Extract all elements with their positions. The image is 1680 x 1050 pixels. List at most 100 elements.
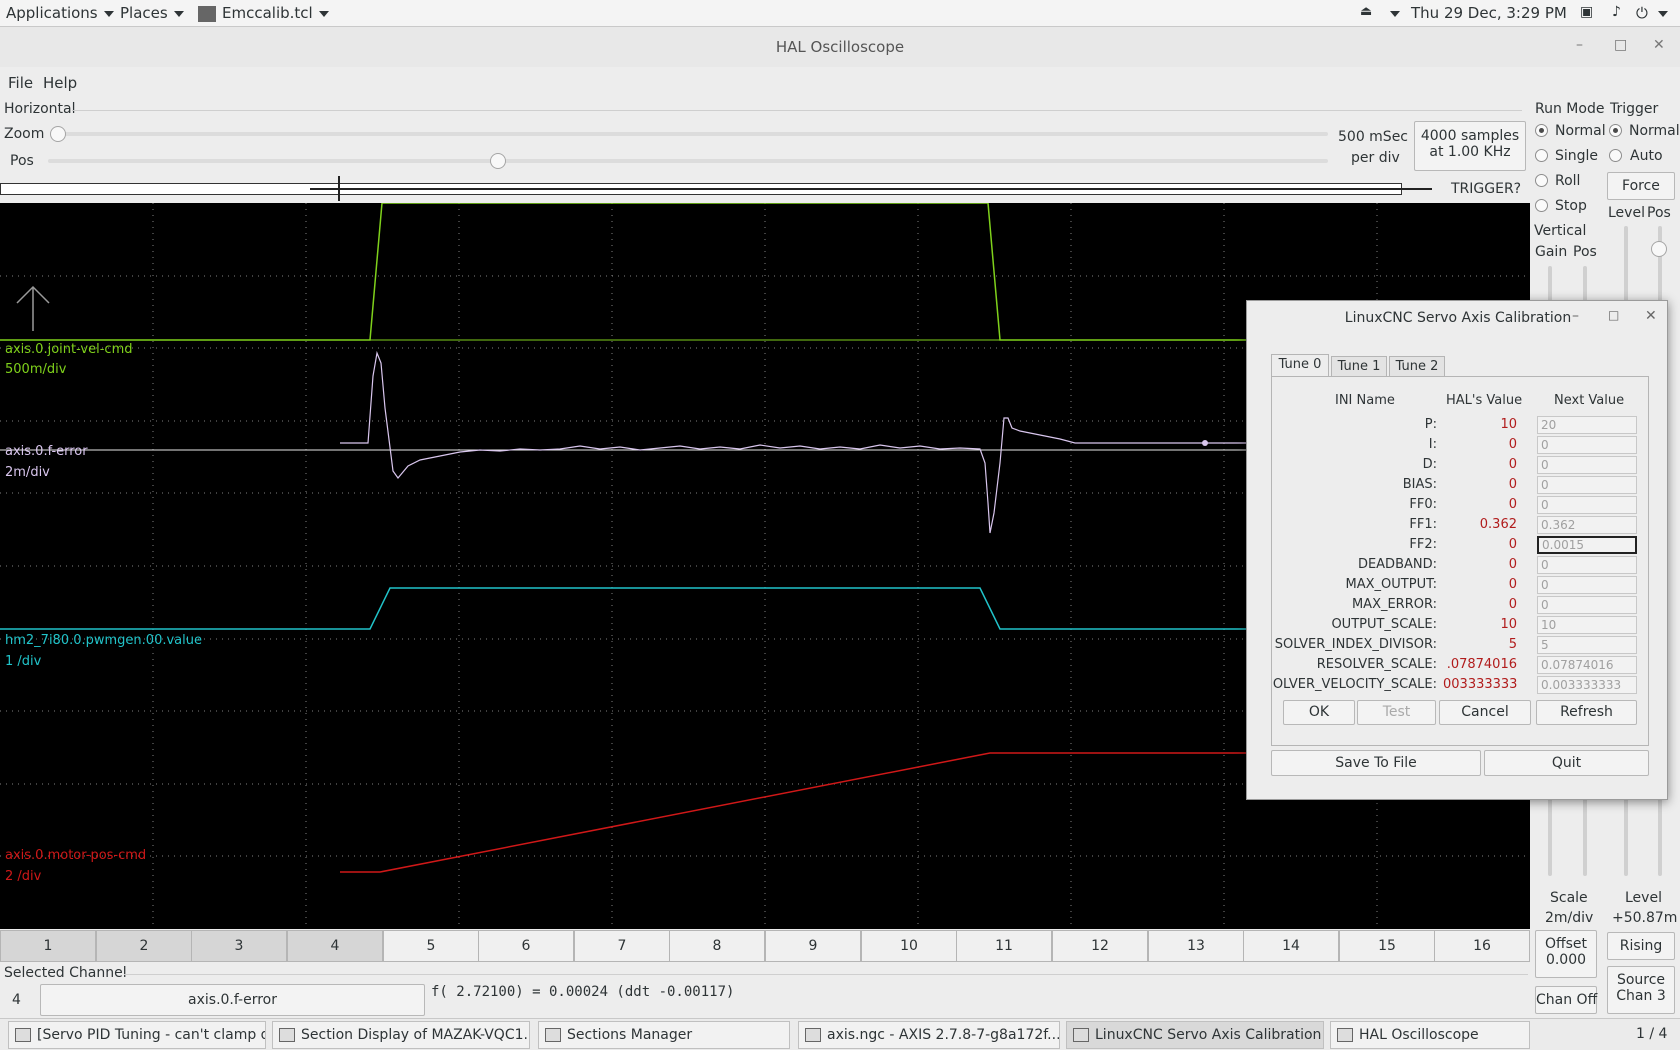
taskbar-window-button[interactable]: Sections Manager xyxy=(538,1021,790,1049)
maximize-icon[interactable]: □ xyxy=(1614,37,1627,53)
channel-button-5[interactable]: 5 xyxy=(383,930,479,962)
parameter-row: FF0: 0 0 xyxy=(1247,496,1669,515)
chan-off-button[interactable]: Chan Off xyxy=(1535,986,1597,1014)
power-icon[interactable]: ⏻ xyxy=(1636,4,1648,22)
taskbar-window-button[interactable]: [Servo PID Tuning - can't clamp d... xyxy=(8,1021,266,1049)
app-menu[interactable]: Emccalib.tcl xyxy=(198,4,329,22)
places-menu[interactable]: Places xyxy=(120,4,184,22)
channel-button-9[interactable]: 9 xyxy=(765,930,861,962)
run-mode-title: Run Mode xyxy=(1535,101,1605,117)
parameter-hal-value: 0 xyxy=(1508,557,1517,572)
taskbar-window-button[interactable]: HAL Oscilloscope xyxy=(1330,1021,1530,1049)
run-single-radio[interactable] xyxy=(1535,149,1548,162)
dialog-minimize-icon[interactable]: – xyxy=(1572,308,1579,324)
run-roll-radio[interactable] xyxy=(1535,174,1548,187)
parameter-name: I: xyxy=(1428,437,1437,452)
run-stop-radio[interactable] xyxy=(1535,199,1548,212)
trigger-pos-label: Pos xyxy=(1647,205,1671,221)
close-icon[interactable]: ✕ xyxy=(1653,37,1665,53)
parameter-next-input[interactable]: 0 xyxy=(1537,556,1637,574)
menu-help[interactable]: Help xyxy=(43,74,77,92)
parameter-next-input[interactable]: 20 xyxy=(1537,416,1637,434)
trigger-auto-radio[interactable] xyxy=(1609,149,1622,162)
quit-button[interactable]: Quit xyxy=(1484,750,1649,776)
parameter-next-input[interactable]: 0.07874016 xyxy=(1537,656,1637,674)
channel-button-4[interactable]: 4 xyxy=(287,930,383,962)
offset-button[interactable]: Offset 0.000 xyxy=(1535,930,1597,978)
channel-button-11[interactable]: 11 xyxy=(956,930,1052,962)
run-normal-radio[interactable] xyxy=(1535,124,1548,137)
tab-tune-0[interactable]: Tune 0 xyxy=(1271,354,1329,376)
eject-icon[interactable]: ⏏ xyxy=(1360,4,1372,19)
zoom-slider-handle[interactable] xyxy=(50,126,66,142)
ch1-name: axis.0.joint-vel-cmd xyxy=(5,342,133,357)
force-button[interactable]: Force xyxy=(1607,172,1675,200)
parameter-name: MAX_ERROR: xyxy=(1351,597,1437,612)
channel-button-10[interactable]: 10 xyxy=(861,930,957,962)
channel-button-8[interactable]: 8 xyxy=(669,930,765,962)
parameter-next-input[interactable]: 0 xyxy=(1537,576,1637,594)
window-icon[interactable]: ▣ xyxy=(1580,4,1593,20)
parameter-next-input[interactable]: 0.0015 xyxy=(1537,536,1637,554)
parameter-next-input[interactable]: 5 xyxy=(1537,636,1637,654)
trigger-pos-handle[interactable] xyxy=(1651,241,1667,257)
selected-channel-button[interactable]: axis.0.f-error xyxy=(40,984,425,1016)
parameter-name: FF2: xyxy=(1409,537,1437,552)
parameter-next-input[interactable]: 0 xyxy=(1537,436,1637,454)
samples-line2: at 1.00 KHz xyxy=(1429,144,1511,160)
parameter-next-input[interactable]: 0 xyxy=(1537,456,1637,474)
workspace-indicator[interactable]: 1 / 4 xyxy=(1636,1026,1667,1042)
channel-button-14[interactable]: 14 xyxy=(1243,930,1339,962)
ok-button[interactable]: OK xyxy=(1283,700,1355,725)
source-button[interactable]: Source Chan 3 xyxy=(1607,966,1675,1014)
channel-button-13[interactable]: 13 xyxy=(1148,930,1244,962)
record-extent-line xyxy=(310,188,1432,190)
tab-tune-2[interactable]: Tune 2 xyxy=(1389,356,1445,376)
parameter-next-input[interactable]: 10 xyxy=(1537,616,1637,634)
menu-file[interactable]: File xyxy=(8,74,33,92)
channel-button-7[interactable]: 7 xyxy=(574,930,670,962)
channel-button-15[interactable]: 15 xyxy=(1339,930,1435,962)
cancel-button[interactable]: Cancel xyxy=(1439,700,1531,725)
parameter-hal-value: 0 xyxy=(1508,577,1517,592)
parameter-hal-value: 0 xyxy=(1508,597,1517,612)
minimize-icon[interactable]: – xyxy=(1576,37,1583,53)
level-value: +50.87m xyxy=(1612,910,1678,926)
refresh-button[interactable]: Refresh xyxy=(1536,700,1637,725)
parameter-next-input[interactable]: 0 xyxy=(1537,596,1637,614)
samples-button[interactable]: 4000 samples at 1.00 KHz xyxy=(1414,121,1526,171)
test-button[interactable]: Test xyxy=(1357,700,1436,725)
trigger-normal-radio[interactable] xyxy=(1609,124,1622,137)
applications-menu[interactable]: Applications xyxy=(6,4,114,22)
parameter-next-input[interactable]: 0.003333333 xyxy=(1537,676,1637,694)
network-menu[interactable] xyxy=(1384,4,1400,22)
pos-slider-track[interactable] xyxy=(48,159,1328,163)
channel-button-6[interactable]: 6 xyxy=(478,930,574,962)
clock[interactable]: Thu 29 Dec, 3:29 PM xyxy=(1411,4,1567,22)
calibration-dialog: LinuxCNC Servo Axis Calibration – □ ✕ Tu… xyxy=(1246,300,1668,800)
zoom-slider-track[interactable] xyxy=(50,132,1328,136)
trigger-level-label: Level xyxy=(1608,205,1645,221)
pos-slider-handle[interactable] xyxy=(490,153,507,169)
tab-tune-1[interactable]: Tune 1 xyxy=(1331,356,1387,376)
edge-button[interactable]: Rising xyxy=(1607,932,1675,960)
channel-button-2[interactable]: 2 xyxy=(96,930,192,962)
channel-button-3[interactable]: 3 xyxy=(191,930,287,962)
channel-button-16[interactable]: 16 xyxy=(1434,930,1530,962)
parameter-next-input[interactable]: 0 xyxy=(1537,476,1637,494)
ch2-scale: 2m/div xyxy=(5,465,50,480)
dialog-maximize-icon[interactable]: □ xyxy=(1608,308,1619,322)
dialog-close-icon[interactable]: ✕ xyxy=(1645,308,1657,324)
taskbar-window-button[interactable]: LinuxCNC Servo Axis Calibration xyxy=(1066,1021,1324,1049)
save-to-file-button[interactable]: Save To File xyxy=(1271,750,1481,776)
taskbar-window-button[interactable]: axis.ngc - AXIS 2.7.8-7-g8a172f... xyxy=(798,1021,1060,1049)
volume-icon[interactable]: ♪ xyxy=(1612,4,1621,20)
channel-button-1[interactable]: 1 xyxy=(0,930,96,962)
taskbar-window-button[interactable]: Section Display of MAZAK-VQC1... xyxy=(272,1021,530,1049)
channel-button-12[interactable]: 12 xyxy=(1052,930,1148,962)
parameter-hal-value: 0 xyxy=(1508,497,1517,512)
parameter-next-input[interactable]: 0.362 xyxy=(1537,516,1637,534)
parameter-next-input[interactable]: 0 xyxy=(1537,496,1637,514)
system-menu[interactable] xyxy=(1658,4,1668,22)
parameter-name: OLVER_VELOCITY_SCALE: xyxy=(1272,677,1437,692)
